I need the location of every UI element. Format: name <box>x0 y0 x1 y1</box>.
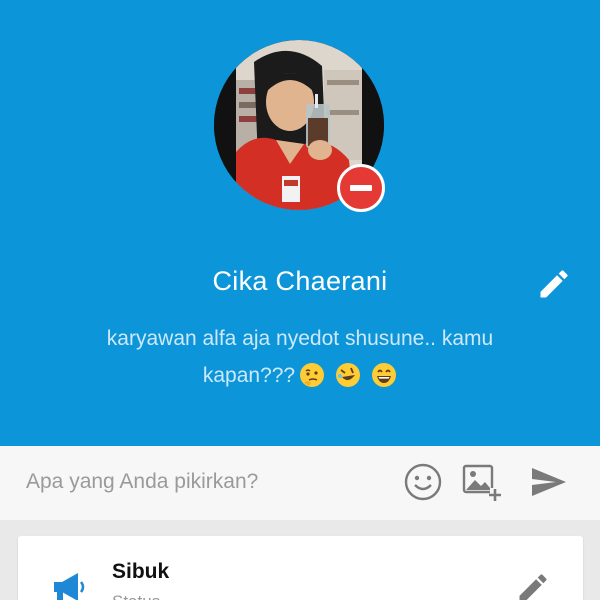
emoji-button[interactable] <box>403 462 443 502</box>
remove-photo-button[interactable] <box>337 164 385 212</box>
profile-header: Cika Chaerani karyawan alfa aja nyedot s… <box>0 0 600 446</box>
add-image-button[interactable] <box>461 462 501 502</box>
composer-bar <box>0 446 600 520</box>
edit-name-button[interactable] <box>536 266 572 302</box>
profile-screen: Cika Chaerani karyawan alfa aja nyedot s… <box>0 0 600 600</box>
smiley-icon <box>404 463 442 501</box>
availability-card[interactable]: Sibuk Status <box>18 536 583 600</box>
grinning-face-icon <box>372 363 397 387</box>
composer-input[interactable] <box>26 466 386 498</box>
profile-name: Cika Chaerani <box>212 266 388 296</box>
send-button[interactable] <box>529 462 569 502</box>
megaphone-icon <box>54 573 85 600</box>
availability-title: Sibuk <box>112 560 170 583</box>
pencil-icon <box>540 270 568 298</box>
profile-status: karyawan alfa aja nyedot shusune.. kamu … <box>70 320 530 394</box>
minus-icon <box>350 185 372 191</box>
add-image-icon <box>462 464 501 501</box>
rolling-laughing-face-icon <box>336 363 361 387</box>
edit-availability-button[interactable] <box>515 570 551 600</box>
send-icon <box>532 468 566 496</box>
pencil-icon <box>519 574 547 600</box>
thinking-face-icon <box>300 363 325 387</box>
availability-subtitle: Status <box>112 592 160 600</box>
